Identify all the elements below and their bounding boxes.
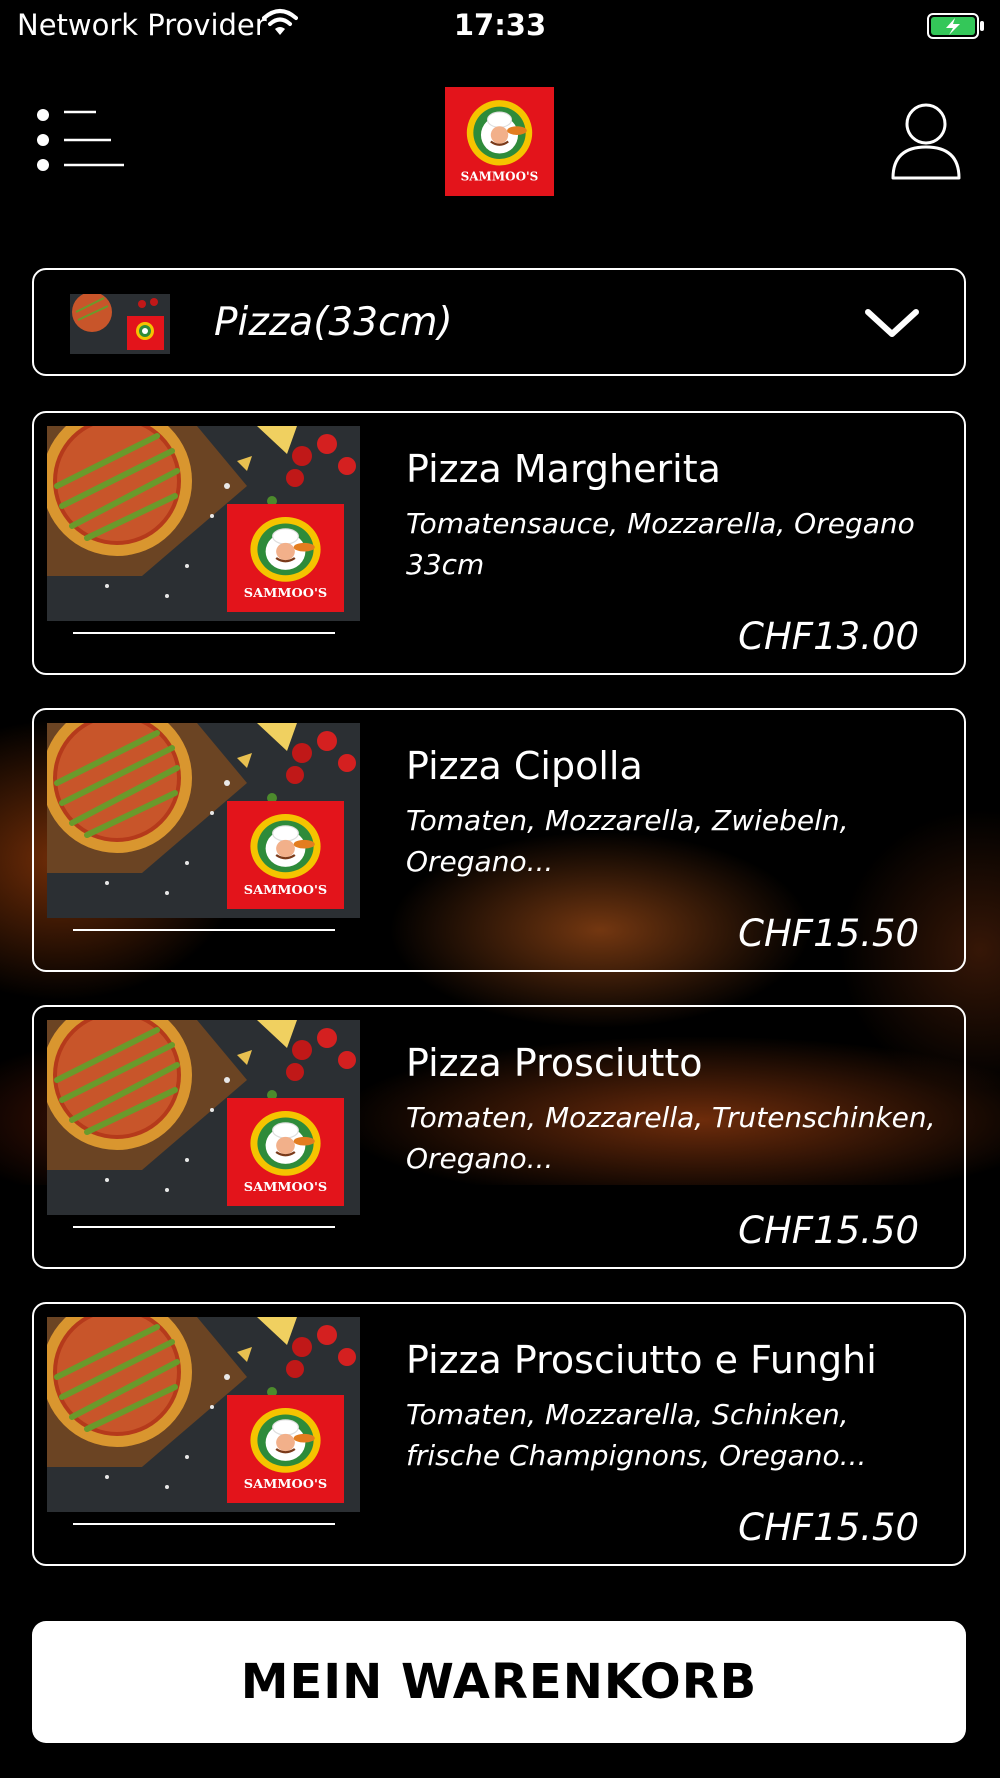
product-price: CHF13.00 — [738, 615, 919, 658]
product-card[interactable]: Pizza Prosciutto e Funghi Tomaten, Mozza… — [32, 1302, 966, 1566]
product-title: Pizza Cipolla — [406, 744, 643, 788]
category-label: Pizza(33cm) — [214, 300, 453, 345]
product-image — [47, 1020, 360, 1215]
category-dropdown[interactable]: Pizza(33cm) — [32, 268, 966, 376]
product-description: Tomaten, Mozzarella, Trutenschinken, Ore… — [406, 1101, 936, 1175]
divider — [73, 1226, 335, 1228]
divider — [73, 929, 335, 931]
user-icon[interactable] — [890, 102, 962, 180]
product-description: Tomaten, Mozzarella, Zwiebeln, Oregano..… — [406, 804, 849, 878]
cart-button[interactable]: MEIN WARENKORB — [32, 1621, 966, 1743]
divider — [73, 1523, 335, 1525]
clock: 17:33 — [453, 8, 547, 42]
product-card[interactable]: Pizza Margherita Tomatensauce, Mozzarell… — [32, 411, 966, 675]
product-description: Tomatensauce, Mozzarella, Oregano 33cm — [406, 507, 915, 581]
product-price: CHF15.50 — [738, 1209, 919, 1252]
menu-list-icon[interactable] — [36, 108, 128, 172]
product-card[interactable]: Pizza Cipolla Tomaten, Mozzarella, Zwieb… — [32, 708, 966, 972]
product-image — [47, 1317, 360, 1512]
category-thumbnail — [70, 292, 170, 354]
chevron-down-icon — [864, 306, 920, 344]
battery-charging-icon — [927, 12, 987, 44]
status-bar: Network Provider 17:33 — [0, 0, 1000, 52]
cart-button-label: MEIN WARENKORB — [240, 1654, 758, 1710]
product-price: CHF15.50 — [738, 912, 919, 955]
product-title: Pizza Prosciutto — [406, 1041, 703, 1085]
product-price: CHF15.50 — [738, 1506, 919, 1549]
product-image — [47, 723, 360, 918]
product-image — [47, 426, 360, 621]
product-title: Pizza Prosciutto e Funghi — [406, 1338, 877, 1382]
divider — [73, 632, 335, 634]
product-description: Tomaten, Mozzarella, Schinken, frische C… — [406, 1398, 867, 1472]
product-card[interactable]: Pizza Prosciutto Tomaten, Mozzarella, Tr… — [32, 1005, 966, 1269]
sammoos-logo — [445, 87, 554, 196]
product-title: Pizza Margherita — [406, 447, 721, 491]
